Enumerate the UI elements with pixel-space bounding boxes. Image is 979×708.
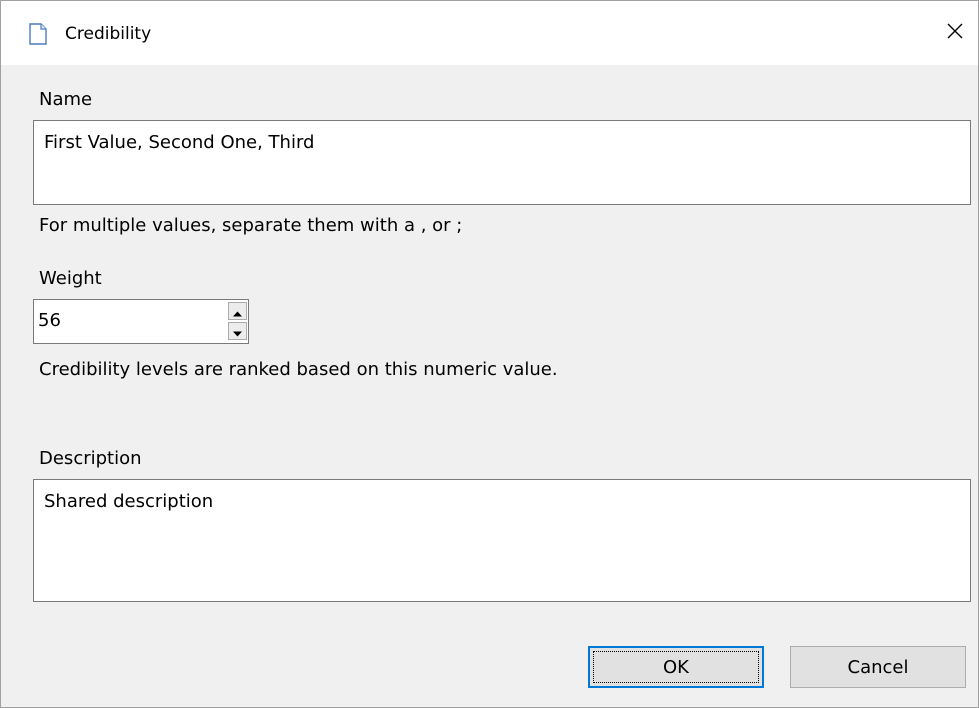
decrement-button[interactable]	[228, 322, 247, 340]
weight-label: Weight	[39, 268, 102, 289]
name-input[interactable]: First Value, Second One, Third	[33, 120, 971, 205]
ok-button[interactable]: OK	[588, 646, 764, 688]
arrow-down-icon	[233, 322, 242, 341]
close-icon	[946, 22, 964, 44]
name-hint: For multiple values, separate them with …	[39, 215, 463, 236]
weight-stepper[interactable]: 56	[33, 299, 249, 344]
credibility-dialog: Credibility Name First Value, Second One…	[0, 0, 979, 708]
name-label: Name	[39, 89, 93, 110]
weight-hint: Credibility levels are ranked based on t…	[39, 359, 558, 380]
window-title: Credibility	[65, 24, 152, 44]
description-input[interactable]: Shared description	[33, 479, 971, 602]
document-icon	[27, 23, 49, 45]
ok-button-label: OK	[663, 656, 689, 678]
description-label: Description	[39, 448, 142, 469]
title-bar: Credibility	[1, 1, 978, 65]
close-button[interactable]	[932, 1, 978, 65]
weight-value[interactable]: 56	[38, 309, 61, 333]
cancel-button[interactable]: Cancel	[790, 646, 966, 688]
cancel-button-label: Cancel	[847, 656, 909, 678]
increment-button[interactable]	[228, 302, 247, 320]
arrow-up-icon	[233, 302, 242, 321]
